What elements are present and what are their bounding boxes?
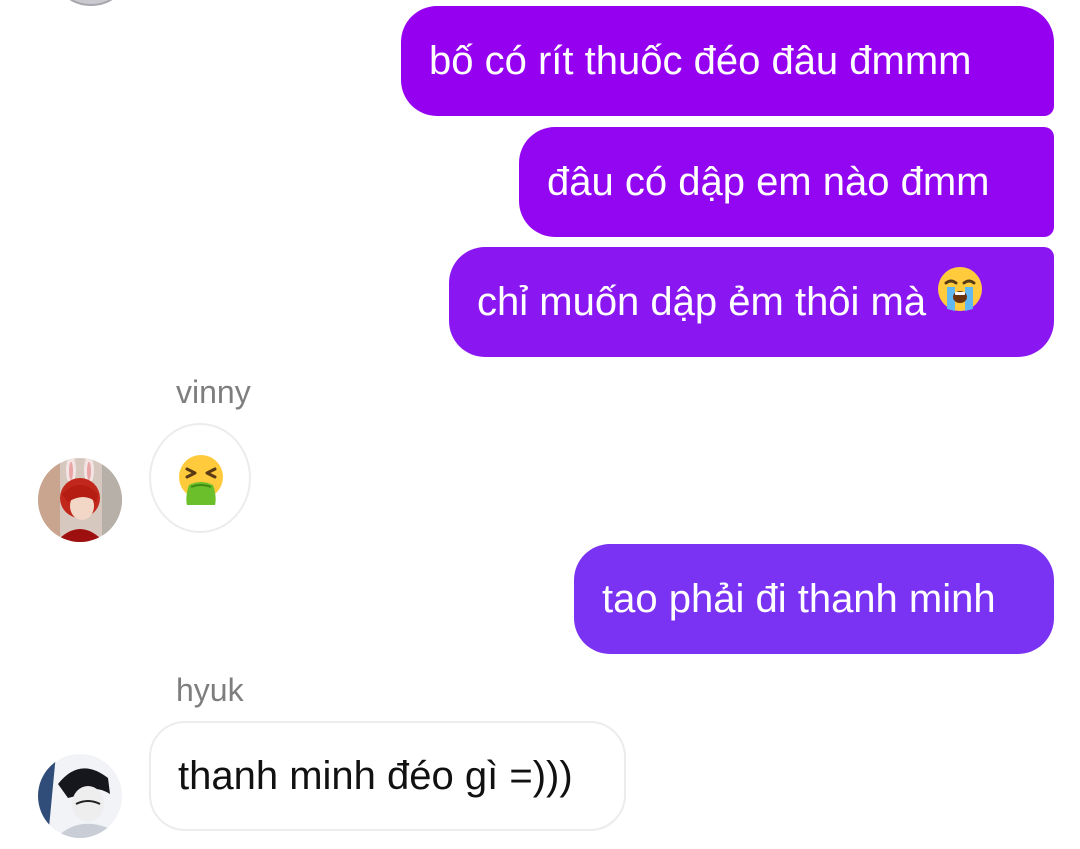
avatar[interactable]	[38, 754, 122, 838]
outgoing-message-bubble[interactable]: tao phải đi thanh minh	[574, 544, 1054, 654]
reaction-message-bubble[interactable]	[149, 423, 251, 533]
loudly-crying-face-icon	[936, 245, 984, 355]
message-text: bố có rít thuốc đéo đâu đmmm	[429, 39, 972, 83]
message-text: đâu có dập em nào đmm	[547, 160, 990, 204]
message-text: tao phải đi thanh minh	[602, 577, 996, 621]
outgoing-message-bubble[interactable]: bố có rít thuốc đéo đâu đmmm	[401, 6, 1054, 116]
vomiting-face-icon	[179, 455, 223, 505]
message-text: thanh minh đéo gì =)))	[178, 754, 573, 798]
avatar[interactable]	[58, 0, 124, 6]
incoming-message-bubble[interactable]: thanh minh đéo gì =)))	[149, 721, 626, 831]
sender-name: hyuk	[176, 672, 244, 708]
outgoing-message-bubble[interactable]: đâu có dập em nào đmm	[519, 127, 1054, 237]
chat-thread: bố có rít thuốc đéo đâu đmmm đâu có dập …	[0, 0, 1080, 849]
avatar[interactable]	[38, 458, 122, 542]
outgoing-message-bubble[interactable]: chỉ muốn dập ẻm thôi mà	[449, 247, 1054, 357]
sender-name: vinny	[176, 374, 251, 410]
message-text: chỉ muốn dập ẻm thôi mà	[477, 280, 927, 324]
